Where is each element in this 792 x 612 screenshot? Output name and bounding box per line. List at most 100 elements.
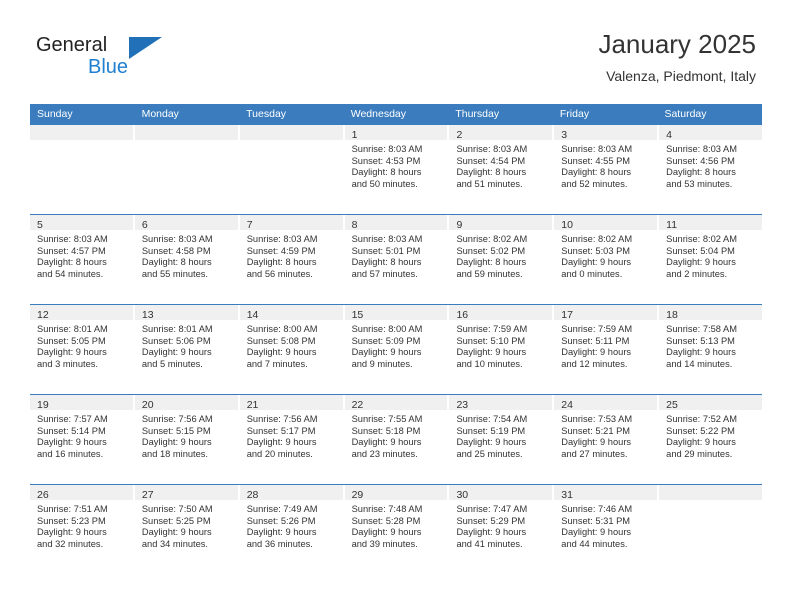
- day-detail-line: Sunrise: 8:00 AM: [246, 324, 318, 334]
- day-detail-line: Sunset: 4:58 PM: [141, 245, 211, 256]
- calendar-day-cell[interactable]: 27 Sunrise: 7:50 AM Sunset: 5:25 PM Dayligh…: [134, 485, 240, 574]
- calendar-day-cell[interactable]: 13 Sunrise: 8:01 AM Sunset: 5:06 PM Dayligh…: [134, 305, 240, 394]
- day-number: 21: [246, 399, 259, 411]
- day-number: 13: [141, 309, 154, 321]
- calendar-day-cell[interactable]: 20 Sunrise: 7:56 AM Sunset: 5:15 PM Dayligh…: [134, 395, 240, 484]
- calendar-day-cell[interactable]: 26 Sunrise: 7:51 AM Sunset: 5:23 PM Dayligh…: [30, 485, 135, 574]
- day-details: Sunrise: 7:59 AM Sunset: 5:10 PM Daylight:…: [449, 320, 552, 370]
- day-detail-line: Sunrise: 7:51 AM: [37, 504, 108, 514]
- day-number-band: 22: [344, 395, 448, 411]
- day-number-band: [659, 485, 763, 500]
- day-detail-line: Daylight: 9 hours: [561, 437, 632, 448]
- day-detail-line: Daylight: 8 hours: [666, 167, 736, 178]
- calendar-day-cell[interactable]: 2 Sunrise: 8:03 AM Sunset: 4:54 PM Daylight…: [449, 125, 555, 214]
- calendar-day-cell[interactable]: 29 Sunrise: 7:48 AM Sunset: 5:28 PM Dayligh…: [344, 485, 450, 574]
- calendar-week-cells: 12 Sunrise: 8:01 AM Sunset: 5:05 PM Dayligh…: [30, 305, 763, 394]
- day-detail-line: Sunset: 5:09 PM: [351, 335, 421, 346]
- day-number-band: [134, 125, 238, 140]
- day-details: Sunrise: 7:59 AM Sunset: 5:11 PM Daylight:…: [554, 320, 657, 370]
- day-detail-line: and 10 minutes.: [456, 358, 523, 369]
- calendar-day-cell[interactable]: 14 Sunrise: 8:00 AM Sunset: 5:08 PM Dayligh…: [239, 305, 345, 394]
- calendar-week-cells: 26 Sunrise: 7:51 AM Sunset: 5:23 PM Dayligh…: [30, 485, 763, 574]
- calendar-day-cell[interactable]: 22 Sunrise: 7:55 AM Sunset: 5:18 PM Dayligh…: [344, 395, 450, 484]
- day-detail-line: and 55 minutes.: [141, 268, 209, 279]
- day-details: Sunrise: 7:49 AM Sunset: 5:26 PM Daylight:…: [240, 500, 343, 550]
- day-number: 27: [141, 489, 154, 501]
- generalblue-logo[interactable]: General Blue: [36, 34, 166, 86]
- day-number-band: 9: [449, 215, 553, 231]
- day-detail-line: Daylight: 9 hours: [666, 257, 736, 268]
- day-detail-line: Sunrise: 8:01 AM: [141, 324, 213, 334]
- day-number: 12: [37, 309, 49, 321]
- day-detail-line: Sunrise: 8:02 AM: [666, 234, 737, 244]
- day-detail-line: and 36 minutes.: [246, 538, 313, 549]
- day-detail-line: Sunset: 5:03 PM: [561, 245, 631, 256]
- calendar-day-cell[interactable]: 9 Sunrise: 8:02 AM Sunset: 5:02 PM Daylight…: [449, 215, 555, 304]
- calendar-day-cell[interactable]: 6 Sunrise: 8:03 AM Sunset: 4:58 PM Daylight…: [134, 215, 240, 304]
- calendar-day-cell[interactable]: 1 Sunrise: 8:03 AM Sunset: 4:53 PM Daylight…: [344, 125, 450, 214]
- weekday-header-thursday: Thursday: [455, 108, 500, 120]
- day-detail-line: Sunset: 4:53 PM: [351, 155, 421, 166]
- day-number-band: [239, 125, 343, 140]
- day-detail-line: and 44 minutes.: [561, 538, 628, 549]
- calendar-day-cell[interactable]: 11 Sunrise: 8:02 AM Sunset: 5:04 PM Dayligh…: [659, 215, 763, 304]
- calendar-day-cell[interactable]: 3 Sunrise: 8:03 AM Sunset: 4:55 PM Daylight…: [554, 125, 660, 214]
- day-detail-line: Sunrise: 8:03 AM: [351, 234, 423, 244]
- day-number: 14: [246, 309, 259, 321]
- calendar-day-cell[interactable]: 17 Sunrise: 7:59 AM Sunset: 5:11 PM Dayligh…: [554, 305, 660, 394]
- day-detail-line: and 34 minutes.: [141, 538, 209, 549]
- day-detail-line: Sunset: 5:29 PM: [456, 515, 526, 526]
- day-detail-line: and 39 minutes.: [351, 538, 418, 549]
- calendar-week-row: 26 Sunrise: 7:51 AM Sunset: 5:23 PM Dayligh…: [30, 484, 763, 574]
- day-detail-line: Daylight: 9 hours: [561, 527, 632, 538]
- day-detail-line: and 29 minutes.: [666, 448, 733, 459]
- calendar-day-cell[interactable]: 31 Sunrise: 7:46 AM Sunset: 5:31 PM Dayligh…: [554, 485, 660, 574]
- calendar-day-cell[interactable]: 16 Sunrise: 7:59 AM Sunset: 5:10 PM Dayligh…: [449, 305, 555, 394]
- calendar-day-cell[interactable]: 19 Sunrise: 7:57 AM Sunset: 5:14 PM Dayligh…: [30, 395, 135, 484]
- day-number-band: 5: [30, 215, 133, 231]
- calendar-day-cell[interactable]: 30 Sunrise: 7:47 AM Sunset: 5:29 PM Dayligh…: [449, 485, 555, 574]
- day-detail-line: Sunset: 5:26 PM: [246, 515, 316, 526]
- day-detail-line: and 9 minutes.: [351, 358, 413, 369]
- calendar-day-cell[interactable]: 12 Sunrise: 8:01 AM Sunset: 5:05 PM Dayligh…: [30, 305, 135, 394]
- calendar-day-cell[interactable]: 24 Sunrise: 7:53 AM Sunset: 5:21 PM Dayligh…: [554, 395, 660, 484]
- day-number-band: 26: [30, 485, 133, 501]
- day-number-band: 30: [449, 485, 553, 501]
- calendar-day-cell[interactable]: 18 Sunrise: 7:58 AM Sunset: 5:13 PM Dayligh…: [659, 305, 763, 394]
- day-details: Sunrise: 7:56 AM Sunset: 5:17 PM Daylight:…: [240, 410, 343, 460]
- day-detail-line: Sunset: 4:55 PM: [561, 155, 631, 166]
- day-detail-line: Sunrise: 7:59 AM: [456, 324, 528, 334]
- calendar-day-cell[interactable]: 5 Sunrise: 8:03 AM Sunset: 4:57 PM Daylight…: [30, 215, 135, 304]
- calendar-day-cell[interactable]: 4 Sunrise: 8:03 AM Sunset: 4:56 PM Daylight…: [659, 125, 763, 214]
- day-detail-line: and 12 minutes.: [561, 358, 628, 369]
- calendar-week-row: 1 Sunrise: 8:03 AM Sunset: 4:53 PM Daylight…: [30, 125, 763, 214]
- day-detail-line: Sunrise: 7:46 AM: [561, 504, 633, 514]
- logo-text-blue: Blue: [88, 56, 129, 78]
- calendar-day-cell[interactable]: 15 Sunrise: 8:00 AM Sunset: 5:09 PM Dayligh…: [344, 305, 450, 394]
- weekday-header-row: Sunday Monday Tuesday Wednesday Thursday Frid…: [30, 104, 762, 125]
- day-details: Sunrise: 7:48 AM Sunset: 5:28 PM Daylight:…: [345, 500, 448, 550]
- day-number: 29: [351, 489, 364, 501]
- calendar-day-cell[interactable]: 10 Sunrise: 8:02 AM Sunset: 5:03 PM Dayligh…: [554, 215, 660, 304]
- day-number: 28: [246, 489, 259, 501]
- calendar-week-row: 19 Sunrise: 7:57 AM Sunset: 5:14 PM Dayligh…: [30, 394, 763, 484]
- day-detail-line: Daylight: 9 hours: [666, 347, 736, 358]
- day-number: 15: [351, 309, 364, 321]
- day-details: Sunrise: 8:03 AM Sunset: 4:54 PM Daylight:…: [449, 140, 552, 190]
- day-detail-line: Sunrise: 7:58 AM: [666, 324, 737, 334]
- day-number: 11: [666, 219, 678, 231]
- day-details: Sunrise: 8:01 AM Sunset: 5:05 PM Daylight:…: [30, 320, 133, 370]
- day-detail-line: Daylight: 8 hours: [37, 257, 107, 268]
- calendar-day-cell[interactable]: 23 Sunrise: 7:54 AM Sunset: 5:19 PM Dayligh…: [449, 395, 555, 484]
- calendar-day-cell[interactable]: 21 Sunrise: 7:56 AM Sunset: 5:17 PM Dayligh…: [239, 395, 345, 484]
- day-details: Sunrise: 8:02 AM Sunset: 5:04 PM Daylight:…: [659, 230, 762, 280]
- day-detail-line: and 5 minutes.: [141, 358, 203, 369]
- calendar-day-cell[interactable]: 28 Sunrise: 7:49 AM Sunset: 5:26 PM Dayligh…: [239, 485, 345, 574]
- day-detail-line: Sunset: 5:13 PM: [666, 335, 735, 346]
- day-detail-line: and 0 minutes.: [561, 268, 623, 279]
- calendar-day-cell[interactable]: 25 Sunrise: 7:52 AM Sunset: 5:22 PM Dayligh…: [659, 395, 763, 484]
- calendar-day-cell[interactable]: 8 Sunrise: 8:03 AM Sunset: 5:01 PM Daylight…: [344, 215, 450, 304]
- day-detail-line: and 54 minutes.: [37, 268, 104, 279]
- calendar-day-cell[interactable]: 7 Sunrise: 8:03 AM Sunset: 4:59 PM Daylight…: [239, 215, 345, 304]
- day-number-band: 29: [344, 485, 448, 501]
